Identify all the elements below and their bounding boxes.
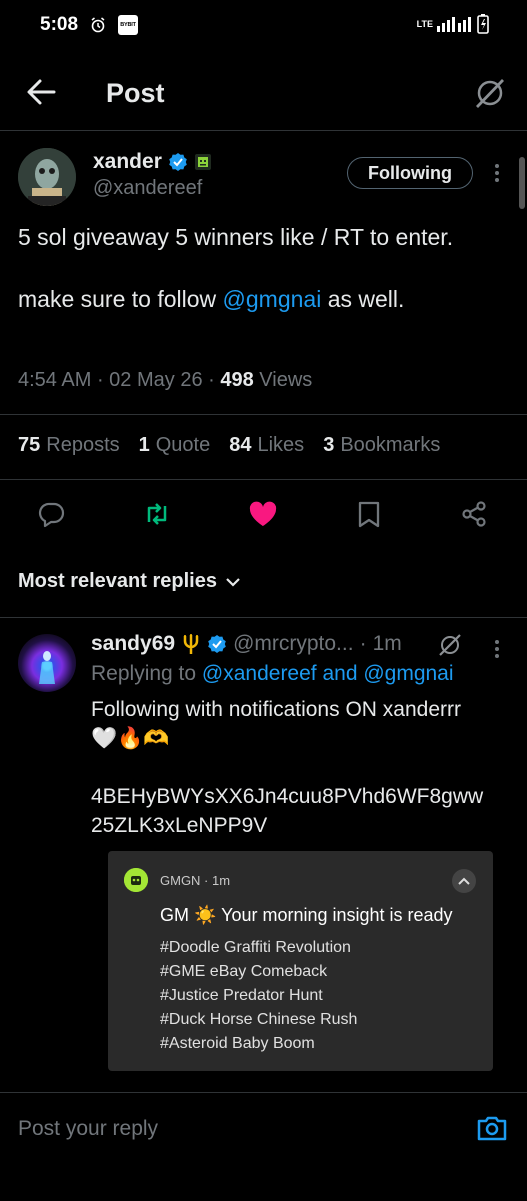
bookmarks-stat[interactable]: 3 Bookmarks [323, 434, 440, 457]
post-text-line2: make sure to follow @gmgnai as well. [18, 284, 498, 315]
post-date: 02 May 26 [109, 369, 203, 391]
quotes-count: 1 [138, 434, 150, 456]
trident-emoji-icon [181, 633, 201, 655]
post-text-suffix: as well. [321, 286, 405, 312]
following-button[interactable]: Following [347, 157, 473, 189]
like-icon[interactable] [248, 500, 278, 528]
reply-header: sandy69 @mrcrypto... · 1m [91, 632, 402, 656]
notification-line: #GME eBay Comeback [160, 963, 328, 980]
lte-label: LTE [416, 19, 433, 29]
author-name-row[interactable]: xander [93, 150, 212, 174]
battery-icon [477, 14, 489, 34]
bookmarks-label: Bookmarks [340, 434, 441, 456]
verified-badge-icon [207, 634, 227, 654]
alarm-icon [90, 17, 106, 33]
post-meta: 4:54 AM · 02 May 26 · 498 Views [18, 369, 313, 391]
likes-stat[interactable]: 84 Likes [229, 434, 304, 457]
status-right-icons: LTE [417, 14, 489, 34]
camera-icon[interactable] [476, 1114, 508, 1142]
reply-author-name[interactable]: sandy69 [91, 632, 175, 656]
author-avatar[interactable] [18, 148, 76, 206]
replies-sort-label: Most relevant replies [18, 570, 217, 592]
reply-author-handle[interactable]: @mrcrypto... [233, 632, 354, 656]
likes-label: Likes [257, 434, 305, 456]
reposts-count: 75 [18, 434, 41, 456]
signal-icon [437, 15, 473, 33]
grok-icon[interactable] [473, 76, 507, 110]
author-handle[interactable]: @xandereef [93, 177, 202, 200]
verified-badge-icon [168, 152, 188, 172]
notification-title: GM ☀️ Your morning insight is ready [160, 905, 453, 925]
bookmarks-count: 3 [323, 434, 335, 456]
chevron-down-icon [225, 576, 241, 588]
page-title: Post [106, 78, 165, 108]
affiliate-badge-icon [194, 153, 212, 171]
engagement-stats: 75 Reposts 1 Quote 84 Likes 3 Bookmarks [18, 434, 440, 457]
bybit-app-icon: BYBIT [118, 15, 138, 35]
scrollbar-thumb[interactable] [519, 157, 525, 209]
status-time: 5:08 [40, 14, 79, 35]
more-options-icon[interactable] [488, 162, 506, 184]
replying-to-users[interactable]: @xandereef and @gmgnai [202, 662, 454, 685]
back-arrow-icon[interactable] [26, 78, 56, 106]
notification-app-name: GMGN · 1m [160, 873, 231, 888]
notification-line: #Doodle Graffiti Revolution [160, 939, 351, 956]
reply-text-line2: 4BEHyBWYsXX6Jn4cuu8PVhd6WF8gww [91, 785, 484, 808]
post-text-prefix: make sure to follow [18, 286, 223, 312]
reply-time-sep: · [359, 632, 367, 655]
chevron-up-icon [452, 869, 476, 893]
grok-icon[interactable] [437, 632, 463, 658]
post-text: 5 sol giveaway 5 winners like / RT to en… [18, 222, 498, 315]
notification-line: #Duck Horse Chinese Rush [160, 1011, 358, 1028]
quotes-label: Quote [155, 434, 211, 456]
reposts-label: Reposts [46, 434, 120, 456]
reply-emojis: 🤍🔥🫶 [91, 727, 170, 750]
replying-to: Replying to @xandereef and @gmgnai [91, 662, 454, 686]
header-divider [0, 130, 527, 131]
replying-to-prefix: Replying to [91, 662, 197, 685]
stats-divider [0, 479, 527, 480]
reply-text-line3: 25ZLK3xLeNPP9V [91, 814, 268, 837]
bookmark-icon[interactable] [356, 500, 382, 528]
gmgn-logo-icon [124, 868, 148, 892]
reposts-stat[interactable]: 75 Reposts [18, 434, 120, 457]
quotes-stat[interactable]: 1 Quote [139, 434, 211, 457]
mention-link[interactable]: @gmgnai [223, 286, 322, 312]
reply-text-line1: Following with notifications ON xanderrr [91, 698, 461, 721]
views-count: 498 [220, 369, 254, 391]
share-icon[interactable] [460, 500, 488, 528]
replies-divider [0, 617, 527, 618]
notification-lines: #Doodle Graffiti Revolution #GME eBay Co… [160, 936, 357, 1056]
views-label: Views [259, 369, 313, 391]
reply-icon[interactable] [38, 500, 66, 528]
meta-divider [0, 414, 527, 415]
reply-text: Following with notifications ON xanderrr… [91, 695, 511, 840]
reply-input[interactable]: Post your reply [18, 1117, 158, 1141]
reply-compose-bar [0, 1092, 527, 1201]
reply-time: 1m [372, 632, 402, 655]
author-name[interactable]: xander [93, 150, 162, 174]
likes-count: 84 [229, 434, 252, 456]
notification-line: #Justice Predator Hunt [160, 987, 323, 1004]
more-options-icon[interactable] [490, 638, 504, 660]
repost-icon[interactable] [142, 500, 172, 528]
notification-line: #Asteroid Baby Boom [160, 1035, 315, 1052]
post-time: 4:54 AM [18, 369, 92, 391]
replies-sort-dropdown[interactable]: Most relevant replies [18, 570, 241, 593]
post-text-line1: 5 sol giveaway 5 winners like / RT to en… [18, 224, 454, 250]
reply-author-avatar[interactable] [18, 634, 76, 692]
